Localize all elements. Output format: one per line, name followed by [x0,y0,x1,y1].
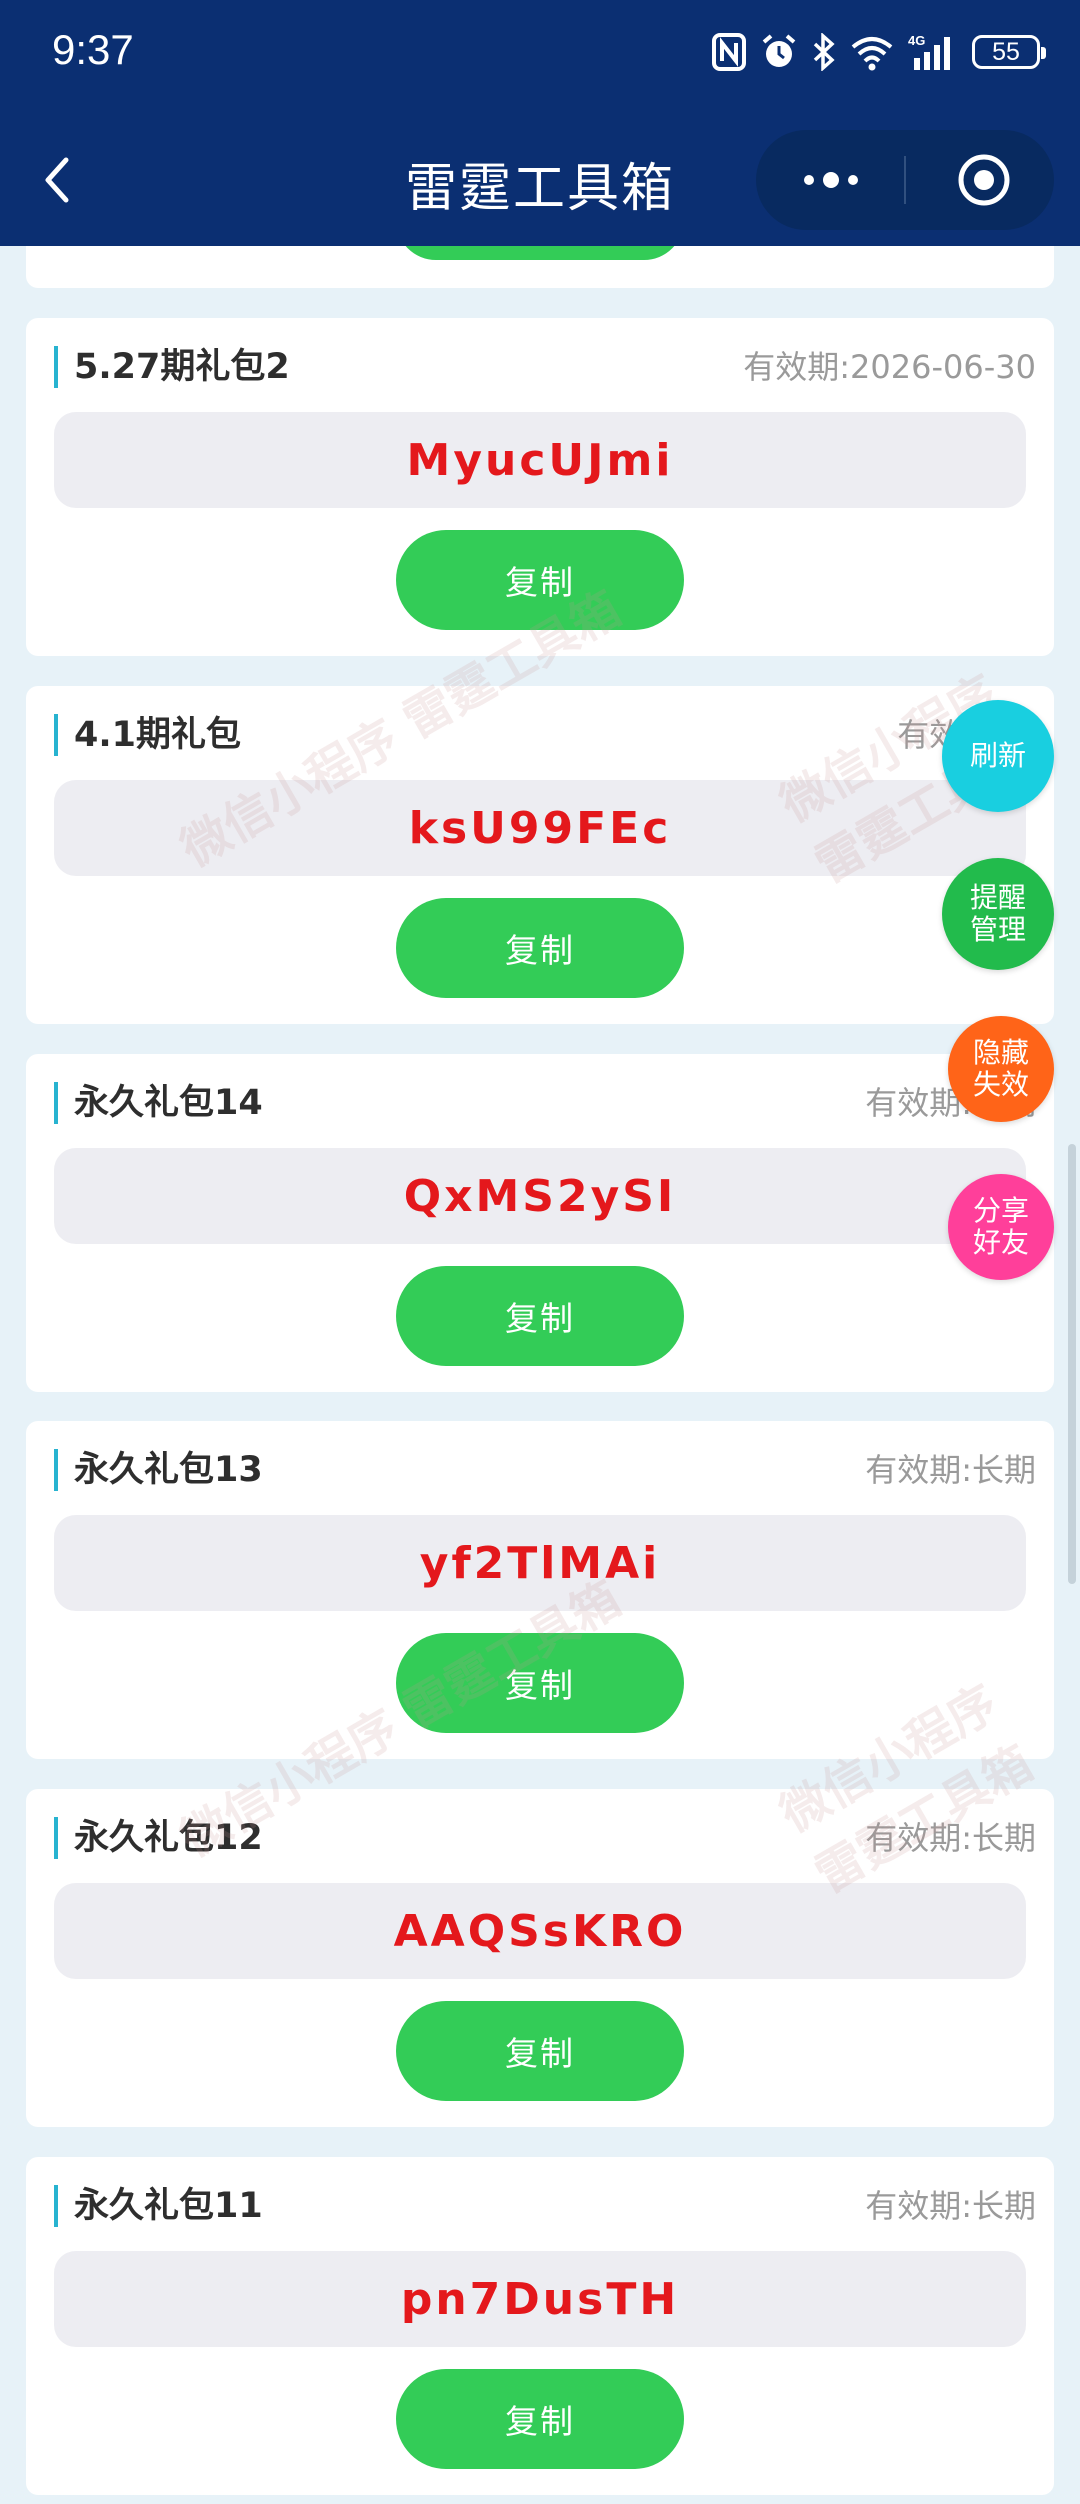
gift-code: MyucUJmi [54,412,1026,508]
more-options-button[interactable] [796,158,866,202]
gift-name: 永久礼包11 [54,2185,263,2227]
gift-code: ksU99FEc [54,780,1026,876]
gift-code: yf2TlMAi [54,1515,1026,1611]
expiry-label: 有效期: [865,1819,972,1857]
remind-label: 提醒管理 [969,881,1026,946]
gift-card: 永久礼包11 有效期:长期 pn7DusTH 复制 [26,2157,1054,2495]
gift-code: AAQSsKRO [54,1883,1026,1979]
gift-expiry: 有效期:长期 [865,1449,1036,1491]
scrollbar[interactable] [1068,1144,1076,1584]
copy-button[interactable]: 复制 [396,1266,684,1366]
gift-card: 5.27期礼包2 有效期:2026-06-30 MyucUJmi 复制 [26,318,1054,656]
refresh-button[interactable]: 刷新 [942,700,1054,812]
copy-button[interactable]: 复制 [396,1633,684,1733]
hide-label: 隐藏失效 [972,1036,1029,1101]
battery-indicator: 55 [972,35,1046,69]
gift-name: 4.1期礼包 [54,714,241,756]
share-friends-button[interactable]: 分享好友 [948,1174,1054,1280]
copy-button[interactable]: 复制 [396,530,684,630]
bluetooth-icon [812,33,836,71]
refresh-label: 刷新 [969,739,1026,772]
gift-expiry: 有效期:长期 [865,2185,1036,2227]
gift-name: 永久礼包12 [54,1817,263,1859]
gift-name: 永久礼包14 [54,1082,263,1124]
expiry-label: 有效期: [743,348,851,386]
gift-card: 永久礼包14 有效期:长期 QxMS2ySI 复制 [26,1054,1054,1392]
gift-card: 4.1期礼包 有效期:已 ksU99FEc 复制 [26,686,1054,1024]
target-close-icon [958,154,1010,206]
gift-name: 永久礼包13 [54,1449,263,1491]
remind-manage-button[interactable]: 提醒管理 [942,858,1054,970]
more-icon-center [823,172,839,188]
signal-4g-icon: 4G [908,32,958,72]
more-icon-end [848,175,858,185]
expiry-value: 长期 [971,1451,1036,1489]
status-time: 9:37 [52,26,134,73]
gift-code: pn7DusTH [54,2251,1026,2347]
gift-expiry: 有效期:长期 [865,1817,1036,1859]
gift-card: 永久礼包12 有效期:长期 AAQSsKRO 复制 [26,1789,1054,2127]
share-label: 分享好友 [972,1194,1029,1259]
gift-expiry: 有效期:2026-06-30 [743,346,1036,388]
copy-button[interactable]: 复制 [396,898,684,998]
copy-button[interactable]: 复制 [396,2001,684,2101]
status-icons: 4G 55 [712,26,1046,78]
capsule-divider [904,156,906,204]
expiry-label: 有效期: [865,1451,972,1489]
miniprogram-capsule [756,130,1054,230]
expiry-value: 长期 [971,1819,1036,1857]
expiry-label: 有效期: [865,2187,972,2225]
hide-expired-button[interactable]: 隐藏失效 [948,1016,1054,1122]
app-header: 9:37 4G 55 雷霆工具箱 [0,0,1080,246]
gift-code: QxMS2ySI [54,1148,1026,1244]
gift-name: 5.27期礼包2 [54,346,290,388]
wifi-icon [850,33,894,71]
alarm-icon [760,33,798,71]
close-miniprogram-button[interactable] [956,152,1012,208]
expiry-value: 2026-06-30 [850,348,1036,386]
expiry-value: 长期 [971,2187,1036,2225]
svg-text:4G: 4G [908,33,925,48]
gift-card: 永久礼包13 有效期:长期 yf2TlMAi 复制 [26,1421,1054,1759]
copy-button[interactable]: 复制 [396,2369,684,2469]
more-icon [804,175,814,185]
nfc-icon [712,33,746,71]
